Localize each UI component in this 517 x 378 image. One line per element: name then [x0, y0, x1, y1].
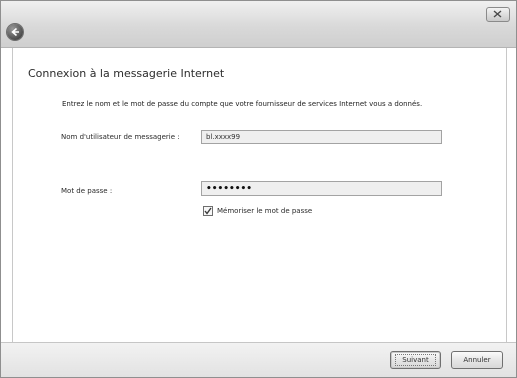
username-label: Nom d'utilisateur de messagerie : — [61, 133, 180, 141]
remember-password-checkbox[interactable] — [203, 205, 213, 216]
checkmark-icon — [204, 207, 212, 215]
cancel-button-label: Annuler — [463, 356, 491, 364]
username-input[interactable] — [201, 130, 442, 144]
password-label: Mot de passe : — [61, 187, 112, 195]
back-button[interactable] — [7, 24, 23, 40]
password-label-text: Mot de passe : — [61, 187, 113, 195]
remember-password-label: Mémoriser le mot de passe — [217, 206, 313, 215]
page-title: Connexion à la messagerie Internet — [28, 67, 225, 80]
title-bar — [1, 1, 516, 48]
dialog-footer: Suivant Annuler — [1, 342, 516, 377]
instructions-text: Entrez le nom et le mot de passe du comp… — [62, 100, 423, 108]
password-input[interactable] — [201, 181, 442, 196]
back-arrow-icon — [11, 27, 19, 37]
next-button-label: Suivant — [395, 354, 436, 366]
remember-password-option[interactable]: Mémoriser le mot de passe — [203, 205, 312, 216]
dialog-window: Connexion à la messagerie Internet Entre… — [0, 0, 517, 378]
next-button[interactable]: Suivant — [390, 351, 441, 369]
username-label-text: Nom d'utilisateur de messagerie : — [61, 133, 180, 141]
close-button[interactable] — [486, 7, 510, 22]
close-icon — [493, 10, 502, 18]
cancel-button[interactable]: Annuler — [451, 351, 503, 369]
